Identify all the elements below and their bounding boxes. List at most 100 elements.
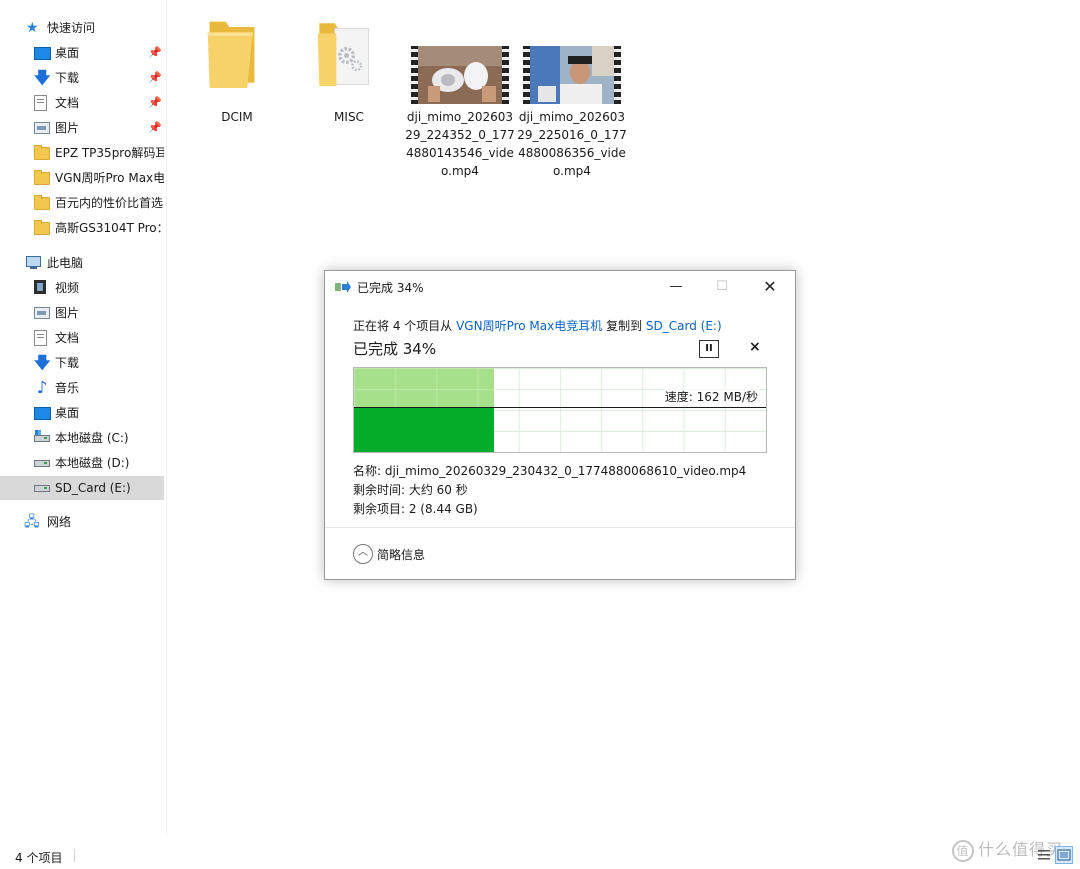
copy-description: 正在将 4 个项目从 VGN周听Pro Max电竞耳机 复制到 SD_Card … bbox=[353, 317, 722, 334]
divider bbox=[74, 849, 75, 862]
pause-button[interactable]: II bbox=[699, 340, 719, 358]
sidebar-item[interactable]: 视频 bbox=[0, 276, 164, 300]
pin-icon[interactable]: 📌 bbox=[148, 91, 162, 115]
sidebar-item-label: 本地磁盘 (C:) bbox=[55, 431, 129, 445]
sidebar-item[interactable]: ♪ 音乐 bbox=[0, 376, 164, 400]
destination-link[interactable]: SD_Card (E:) bbox=[646, 319, 722, 333]
sidebar-item[interactable]: 桌面 📌 bbox=[0, 41, 164, 65]
time-remaining: 剩余时间: 大约 60 秒 bbox=[353, 483, 468, 497]
nav-label: 快速访问 bbox=[47, 21, 96, 35]
sidebar-item[interactable]: 文档 bbox=[0, 326, 164, 350]
sidebar-item-label: SD_Card (E:) bbox=[55, 481, 131, 495]
nav-network[interactable]: 🖧 网络 bbox=[0, 510, 166, 534]
sidebar-item-label: 本地磁盘 (D:) bbox=[55, 456, 130, 470]
folder-icon bbox=[34, 170, 50, 185]
file-item-misc[interactable]: MISC bbox=[294, 10, 404, 130]
picture-icon bbox=[34, 122, 50, 134]
document-icon bbox=[34, 330, 47, 346]
sidebar-item[interactable]: SD_Card (E:) bbox=[0, 476, 164, 500]
desktop-icon bbox=[34, 407, 51, 420]
download-icon: 🡇 bbox=[34, 68, 51, 87]
minimize-button[interactable]: — bbox=[653, 271, 699, 303]
source-link[interactable]: VGN周听Pro Max电竞耳机 bbox=[456, 319, 602, 333]
large-icons-view-icon bbox=[1057, 849, 1071, 861]
sidebar-item-label: 桌面 bbox=[55, 46, 80, 60]
fewer-details-button[interactable]: 简略信息 bbox=[377, 546, 425, 563]
sidebar-item-label: VGN周听Pro Max电 bbox=[55, 171, 164, 185]
sidebar-item[interactable]: EPZ TP35pro解码耳 bbox=[0, 141, 164, 165]
folder-icon bbox=[34, 195, 50, 210]
file-item-video-1[interactable]: dji_mimo_20260329_224352_0_1774880143546… bbox=[405, 18, 515, 188]
nav-quick-access[interactable]: ★ 快速访问 bbox=[0, 16, 166, 40]
sidebar-item[interactable]: 百元内的性价比首选 bbox=[0, 191, 164, 215]
copy-progress-dialog: 已完成 34% — ☐ ✕ 正在将 4 个项目从 VGN周听Pro Max电竞耳… bbox=[324, 270, 796, 580]
sidebar-item-label: 下载 bbox=[55, 356, 80, 370]
sidebar-item-label: 文档 bbox=[55, 331, 80, 345]
status-bar: 4 个项目 bbox=[0, 835, 1080, 869]
film-strip bbox=[411, 46, 418, 104]
sidebar-item[interactable]: 本地磁盘 (C:) bbox=[0, 426, 164, 450]
file-item-dcim[interactable]: DCIM bbox=[182, 10, 292, 130]
sidebar-item[interactable]: 🡇 下载 bbox=[0, 351, 164, 375]
folder-settings-icon bbox=[317, 23, 370, 87]
folder-icon bbox=[34, 220, 50, 235]
cancel-button[interactable]: × bbox=[749, 339, 761, 355]
sidebar-item-label: 图片 bbox=[55, 121, 80, 135]
drive-icon bbox=[34, 485, 50, 492]
speed-line bbox=[354, 407, 766, 408]
computer-icon bbox=[26, 256, 41, 269]
picture-icon bbox=[34, 307, 50, 319]
film-strip bbox=[523, 46, 530, 104]
dialog-title: 已完成 34% bbox=[357, 281, 424, 295]
pin-icon[interactable]: 📌 bbox=[148, 66, 162, 90]
sidebar-item[interactable]: 高斯GS3104T Pro： bbox=[0, 216, 164, 240]
film-strip bbox=[502, 46, 509, 104]
desc-mid: 复制到 bbox=[602, 319, 646, 333]
file-name-info: 名称: dji_mimo_20260329_230432_0_177488006… bbox=[353, 464, 747, 478]
sidebar-item-label: 百元内的性价比首选 bbox=[55, 196, 164, 210]
desktop-icon bbox=[34, 47, 51, 60]
sidebar-item[interactable]: 图片 📌 bbox=[0, 116, 164, 140]
file-item-video-2[interactable]: dji_mimo_20260329_225016_0_1774880086356… bbox=[517, 18, 627, 188]
file-name: dji_mimo_20260329_225016_0_1774880086356… bbox=[517, 110, 627, 178]
maximize-button[interactable]: ☐ bbox=[699, 271, 745, 303]
star-icon: ★ bbox=[26, 20, 39, 36]
sidebar-item-label: 视频 bbox=[55, 281, 80, 295]
file-name: MISC bbox=[334, 110, 364, 124]
video-frame-image bbox=[530, 46, 614, 104]
music-icon: ♪ bbox=[36, 378, 48, 398]
download-icon: 🡇 bbox=[34, 353, 51, 372]
close-button[interactable]: ✕ bbox=[747, 271, 793, 303]
percent-complete: 已完成 34% bbox=[353, 340, 437, 358]
video-icon bbox=[34, 280, 46, 294]
sidebar-item[interactable]: 本地磁盘 (D:) bbox=[0, 451, 164, 475]
sidebar-item[interactable]: 图片 bbox=[0, 301, 164, 325]
sidebar-item[interactable]: 桌面 bbox=[0, 401, 164, 425]
sidebar-item-label: 音乐 bbox=[55, 381, 80, 395]
pin-icon[interactable]: 📌 bbox=[148, 41, 162, 65]
chevron-up-icon[interactable]: ︿ bbox=[353, 544, 373, 564]
watermark-logo: 值 bbox=[952, 839, 974, 862]
copy-icon bbox=[335, 281, 351, 293]
file-name: DCIM bbox=[221, 110, 253, 124]
sidebar-item[interactable]: 🡇 下载 📌 bbox=[0, 66, 164, 90]
progress-fill bbox=[354, 408, 494, 452]
large-icons-view-button[interactable] bbox=[1055, 846, 1073, 864]
folder-icon bbox=[34, 145, 50, 160]
drive-icon bbox=[34, 460, 50, 467]
dialog-titlebar[interactable]: 已完成 34% — ☐ ✕ bbox=[325, 271, 795, 303]
dialog-footer: ︿ 简略信息 bbox=[325, 528, 795, 579]
nav-this-pc[interactable]: 此电脑 bbox=[0, 251, 166, 275]
details-view-button[interactable] bbox=[1035, 846, 1053, 864]
sidebar-item[interactable]: VGN周听Pro Max电 bbox=[0, 166, 164, 190]
sidebar-item-label: 文档 bbox=[55, 96, 80, 110]
transfer-speed-graph: 速度: 162 MB/秒 bbox=[353, 367, 767, 453]
progress-fill-light bbox=[354, 368, 494, 408]
pin-icon[interactable]: 📌 bbox=[148, 116, 162, 140]
item-count: 4 个项目 bbox=[15, 851, 63, 865]
sidebar-item[interactable]: 文档 📌 bbox=[0, 91, 164, 115]
video-thumbnail bbox=[523, 46, 621, 104]
sidebar-item-label: 下载 bbox=[55, 71, 80, 85]
folder-icon bbox=[207, 21, 255, 88]
drive-c-icon bbox=[34, 430, 50, 442]
